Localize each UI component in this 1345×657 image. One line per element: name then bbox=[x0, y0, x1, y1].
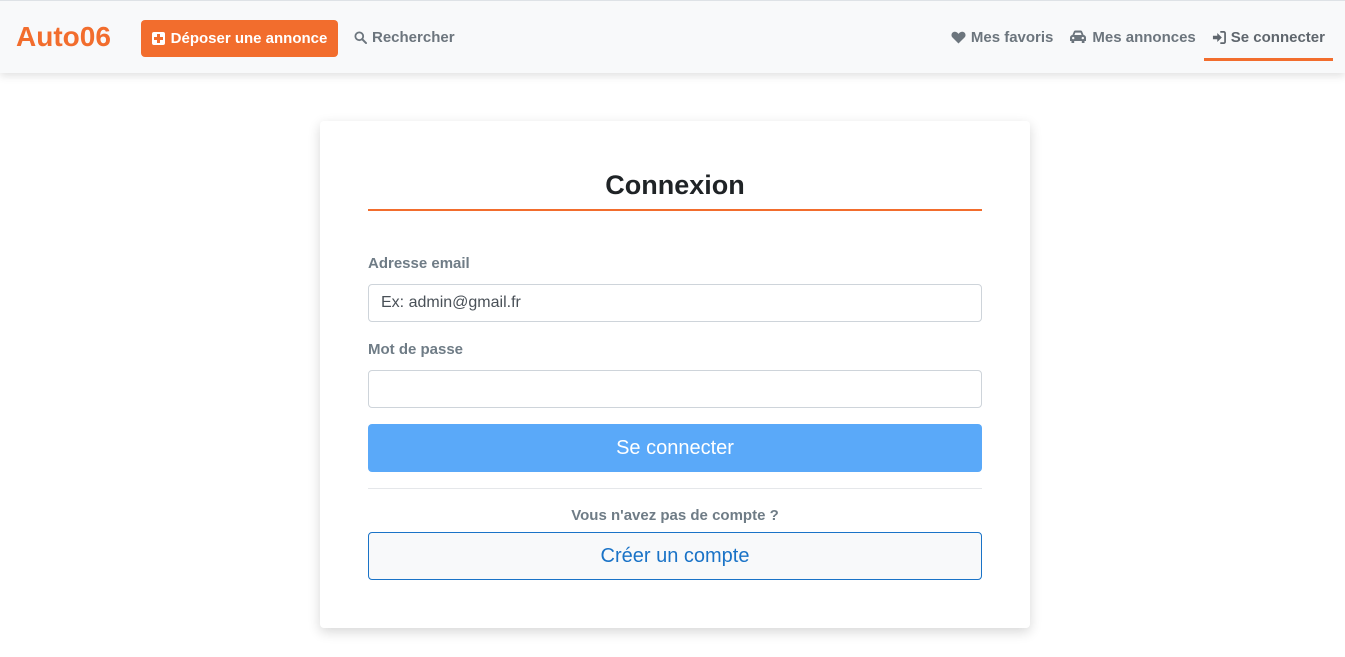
search-icon bbox=[354, 31, 367, 44]
create-account-button[interactable]: Créer un compte bbox=[368, 532, 982, 580]
sign-in-icon bbox=[1212, 30, 1226, 44]
divider bbox=[368, 488, 982, 489]
nav-item-my-listings-label: Mes annonces bbox=[1092, 28, 1196, 46]
nav-links: Mes favoris Mes annonces Se connecter bbox=[943, 26, 1333, 61]
login-card: Connexion Adresse email Mot de passe Se … bbox=[320, 121, 1030, 628]
post-listing-button[interactable]: Déposer une annonce bbox=[141, 20, 338, 57]
nav-item-favorites-label: Mes favoris bbox=[970, 28, 1054, 46]
brand-logo[interactable]: Auto06 bbox=[16, 21, 111, 53]
email-field[interactable] bbox=[368, 284, 982, 322]
nav-item-favorites[interactable]: Mes favoris bbox=[943, 26, 1062, 48]
no-account-text: Vous n'avez pas de compte ? bbox=[571, 507, 779, 524]
login-submit-button[interactable]: Se connecter bbox=[368, 424, 982, 472]
car-icon bbox=[1069, 30, 1087, 44]
page-title: Connexion bbox=[605, 170, 745, 200]
title-underline bbox=[368, 209, 982, 211]
nav-item-login[interactable]: Se connecter bbox=[1203, 26, 1333, 61]
heart-icon bbox=[951, 31, 966, 44]
navbar: Auto06 Déposer une annonce Rechercher Me… bbox=[0, 0, 1345, 73]
post-listing-label: Déposer une annonce bbox=[170, 30, 328, 47]
nav-item-my-listings[interactable]: Mes annonces bbox=[1061, 26, 1203, 48]
active-nav-underline bbox=[1203, 58, 1333, 61]
email-label: Adresse email bbox=[368, 255, 470, 272]
password-label: Mot de passe bbox=[368, 341, 464, 358]
search-label: Rechercher bbox=[372, 29, 455, 46]
nav-item-login-label: Se connecter bbox=[1230, 28, 1325, 46]
password-field[interactable] bbox=[368, 370, 982, 408]
plus-square-icon bbox=[151, 32, 165, 45]
search-link[interactable]: Rechercher bbox=[354, 29, 455, 46]
